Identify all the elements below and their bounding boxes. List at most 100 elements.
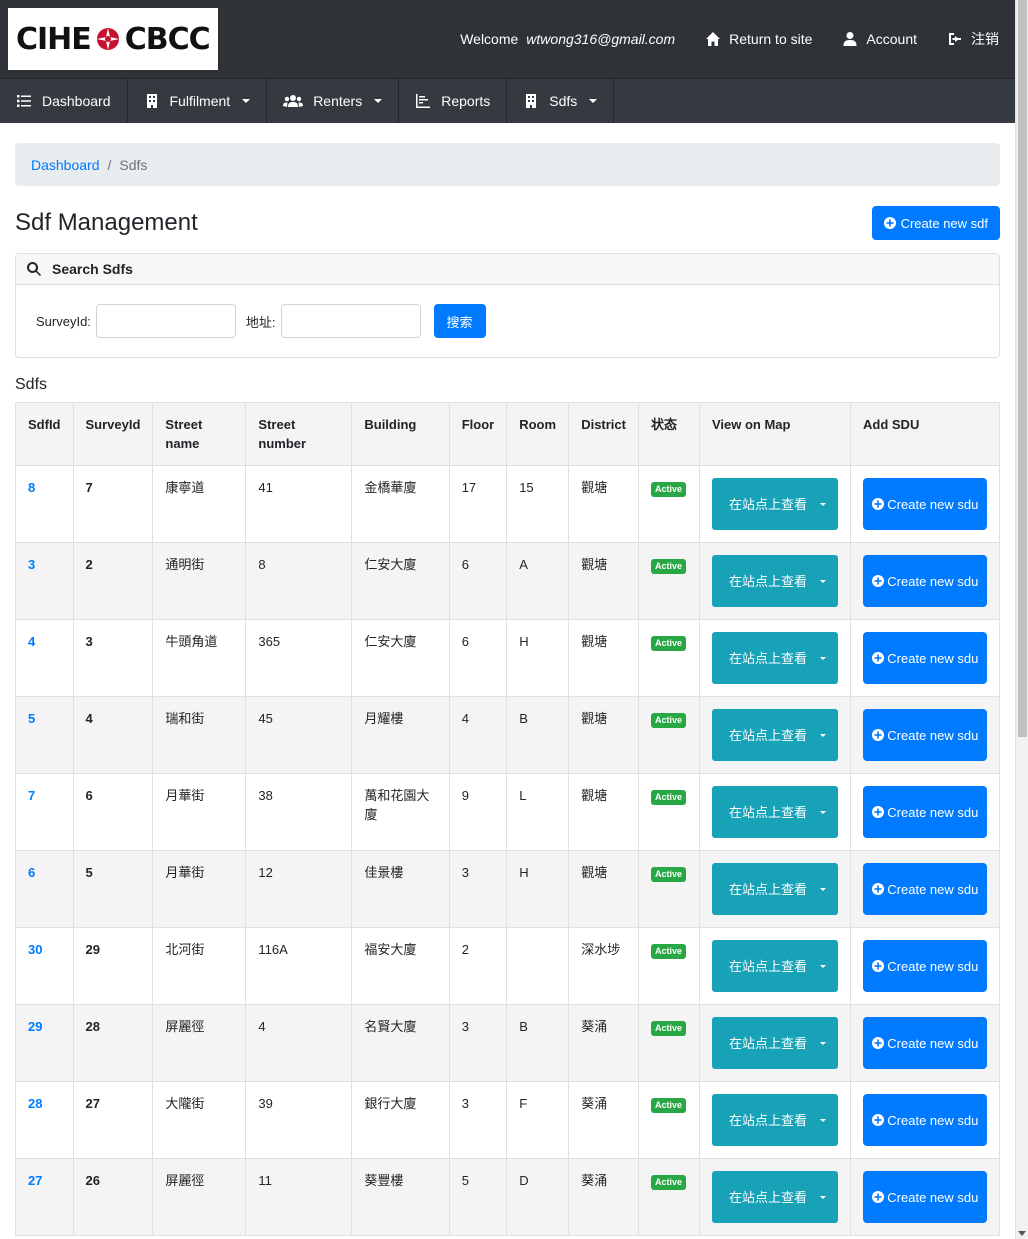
chevron-down-icon <box>819 579 826 583</box>
create-sdu-button[interactable]: Create new sdu <box>863 632 987 684</box>
cell-surveyid: 26 <box>72 1158 154 1236</box>
view-on-map-dropdown-button[interactable]: 在站点上查看 <box>711 1171 838 1223</box>
cell-status: Active <box>637 542 700 620</box>
cell-street-name: 牛頭角道 <box>152 619 247 697</box>
sdf-link[interactable]: 29 <box>28 1019 42 1034</box>
view-on-map-dropdown-button[interactable]: 在站点上查看 <box>711 1094 838 1146</box>
table-row: 29 28 屏麗徑 4 名賢大廈 3 B 葵涌 Active 在站点上查看 Create new … <box>15 1004 1000 1082</box>
col-header-floor[interactable]: Floor <box>448 402 508 466</box>
nav-item-dashboard[interactable]: Dashboard <box>0 79 128 123</box>
chevron-down-icon <box>819 1041 826 1045</box>
view-on-map-dropdown-button[interactable]: 在站点上查看 <box>711 1017 838 1069</box>
create-sdu-label: Create new sdu <box>871 803 978 822</box>
breadcrumb-dashboard-link[interactable]: Dashboard <box>31 157 100 173</box>
site-logo[interactable]: CIHE CBCC <box>8 8 218 70</box>
cell-district: 葵涌 <box>568 1004 639 1082</box>
cell-sdfid: 6 <box>15 850 74 928</box>
cell-status: Active <box>637 850 700 928</box>
view-on-map-dropdown-button[interactable]: 在站点上查看 <box>711 478 838 530</box>
account-link[interactable]: Account <box>842 31 917 47</box>
col-header-room[interactable]: Room <box>506 402 570 466</box>
cell-add-sdu: Create new sdu <box>850 850 1000 928</box>
nav-item-fulfilment[interactable]: Fulfilment <box>128 79 268 123</box>
return-to-site-link[interactable]: Return to site <box>705 31 812 47</box>
cell-street-number: 4 <box>245 1004 353 1082</box>
create-sdf-button[interactable]: Create new sdf <box>871 206 1000 240</box>
create-sdu-button[interactable]: Create new sdu <box>863 555 987 607</box>
sdf-link[interactable]: 4 <box>28 634 35 649</box>
survey-id-input[interactable] <box>95 304 236 338</box>
create-sdu-label: Create new sdu <box>871 495 978 514</box>
cell-surveyid: 5 <box>72 850 154 928</box>
cell-room: B <box>506 1004 570 1082</box>
view-on-map-dropdown-button[interactable]: 在站点上查看 <box>711 863 838 915</box>
scrollbar-thumb[interactable] <box>1018 0 1027 737</box>
view-on-map-dropdown-button[interactable]: 在站点上查看 <box>711 555 838 607</box>
cell-floor: 4 <box>448 696 508 774</box>
plus-circle-icon <box>871 651 884 664</box>
create-sdu-label: Create new sdu <box>871 1034 978 1053</box>
cell-street-name: 通明街 <box>152 542 247 620</box>
create-sdu-button[interactable]: Create new sdu <box>863 1171 987 1223</box>
create-sdu-button[interactable]: Create new sdu <box>863 940 987 992</box>
search-card-header: Search Sdfs <box>16 254 999 285</box>
sdf-link[interactable]: 5 <box>28 711 35 726</box>
col-header-street-number[interactable]: Street number <box>245 402 353 466</box>
create-sdu-button[interactable]: Create new sdu <box>863 478 987 530</box>
logo-cbcc-text: CBCC <box>124 21 211 57</box>
create-sdu-button[interactable]: Create new sdu <box>863 1017 987 1069</box>
create-sdu-button[interactable]: Create new sdu <box>863 786 987 838</box>
nav-item-renters[interactable]: Renters <box>267 79 400 123</box>
cell-street-number: 41 <box>245 465 353 543</box>
nav-label-sdfs: Sdfs <box>549 93 578 109</box>
cell-sdfid: 27 <box>15 1158 74 1236</box>
create-sdu-text: Create new sdu <box>887 573 979 589</box>
chart-icon <box>416 94 431 108</box>
sdf-link[interactable]: 30 <box>28 942 42 957</box>
view-on-map-label: 在站点上查看 <box>728 573 807 589</box>
cell-add-sdu: Create new sdu <box>850 1081 1000 1159</box>
vertical-scrollbar[interactable] <box>1015 0 1028 1239</box>
col-header-status[interactable]: 状态 <box>637 402 700 466</box>
plus-circle-icon <box>871 1190 884 1203</box>
address-input[interactable] <box>280 304 421 338</box>
create-sdu-text: Create new sdu <box>887 881 979 897</box>
sdf-link[interactable]: 8 <box>28 480 35 495</box>
create-sdu-label: Create new sdu <box>871 1111 978 1130</box>
col-header-district[interactable]: District <box>568 402 639 466</box>
cell-building: 銀行大廈 <box>351 1081 450 1159</box>
top-nav: Welcome wtwong316@gmail.com Return to si… <box>460 29 1007 49</box>
nav-item-reports[interactable]: Reports <box>399 79 508 123</box>
col-header-building[interactable]: Building <box>351 402 450 466</box>
sdf-link[interactable]: 3 <box>28 557 35 572</box>
cell-street-number: 38 <box>245 773 353 851</box>
sdf-link[interactable]: 28 <box>28 1096 42 1111</box>
create-sdu-button[interactable]: Create new sdu <box>863 1094 987 1146</box>
welcome-prefix: Welcome <box>460 31 519 47</box>
col-header-street-name[interactable]: Street name <box>152 402 247 466</box>
sdf-link[interactable]: 6 <box>28 865 35 880</box>
view-on-map-dropdown-button[interactable]: 在站点上查看 <box>711 709 838 761</box>
cell-building: 萬和花園大廈 <box>351 773 450 851</box>
view-on-map-dropdown-button[interactable]: 在站点上查看 <box>711 940 838 992</box>
logout-link[interactable]: 注销 <box>947 29 999 49</box>
cell-street-name: 屏麗徑 <box>152 1158 247 1236</box>
nav-item-sdfs[interactable]: Sdfs <box>507 79 615 123</box>
search-button[interactable]: 搜索 <box>433 304 486 338</box>
col-header-surveyid[interactable]: SurveyId <box>72 402 154 466</box>
cell-status: Active <box>637 1158 700 1236</box>
cell-floor: 3 <box>448 850 508 928</box>
scroll-down-arrow-icon[interactable] <box>1018 1231 1026 1236</box>
create-sdu-button[interactable]: Create new sdu <box>863 863 987 915</box>
create-sdu-button[interactable]: Create new sdu <box>863 709 987 761</box>
search-card: Search Sdfs SurveyId: 地址: 搜索 <box>15 253 1000 358</box>
view-on-map-label: 在站点上查看 <box>728 958 807 974</box>
sdf-link[interactable]: 7 <box>28 788 35 803</box>
view-on-map-dropdown-button[interactable]: 在站点上查看 <box>711 632 838 684</box>
cell-surveyid: 28 <box>72 1004 154 1082</box>
sdf-link[interactable]: 27 <box>28 1173 42 1188</box>
view-on-map-dropdown-button[interactable]: 在站点上查看 <box>711 786 838 838</box>
status-badge: Active <box>650 636 686 651</box>
col-header-sdfid[interactable]: SdfId <box>15 402 74 466</box>
cell-building: 葵豐樓 <box>351 1158 450 1236</box>
